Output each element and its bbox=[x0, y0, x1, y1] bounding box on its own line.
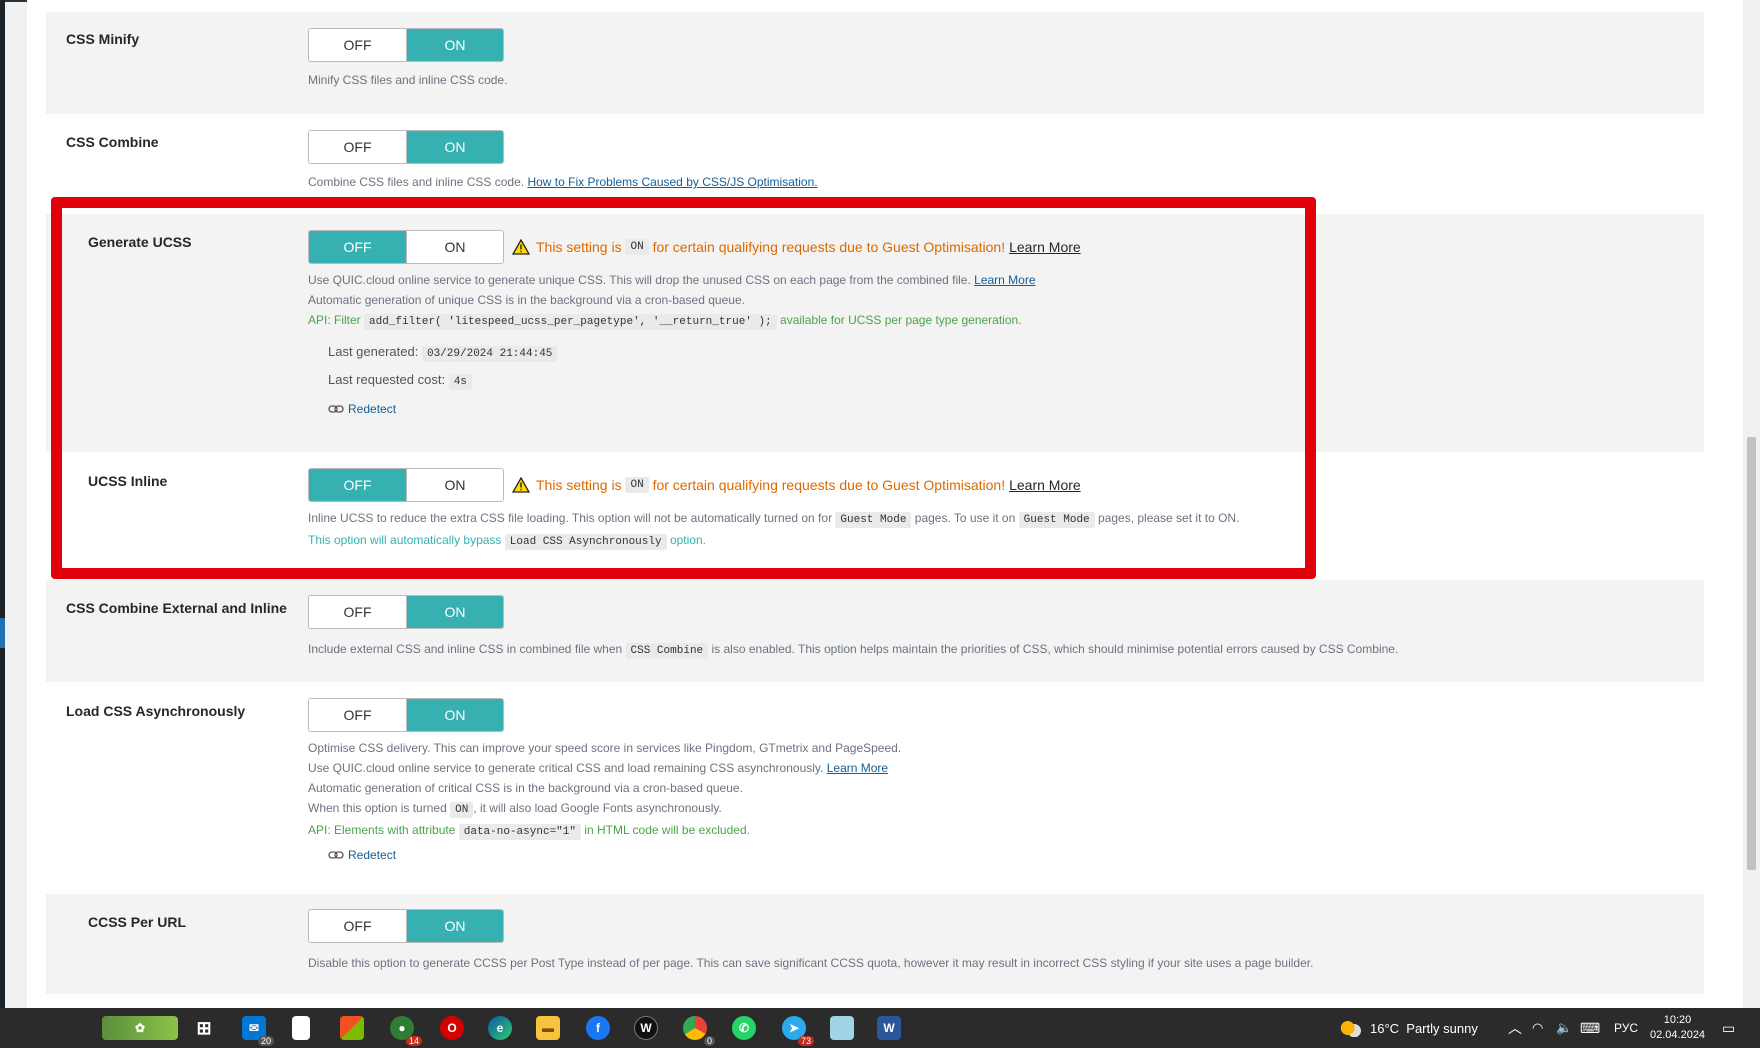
clock[interactable]: 10:20 02.04.2024 bbox=[1650, 1008, 1705, 1048]
toggle-off[interactable]: OFF bbox=[309, 596, 406, 628]
network-icon[interactable]: ◠ bbox=[1532, 1008, 1543, 1048]
setting-description: Include external CSS and inline CSS in c… bbox=[308, 642, 1399, 659]
red-highlight-box bbox=[51, 197, 1316, 579]
setting-description: Optimise CSS delivery. This can improve … bbox=[308, 741, 902, 755]
weather-widget[interactable]: 16°C Partly sunny bbox=[1340, 1008, 1478, 1048]
api-note: API: Elements with attribute data-no-asy… bbox=[308, 823, 750, 840]
toggle-on[interactable]: ON bbox=[406, 29, 503, 61]
link-icon bbox=[328, 851, 344, 859]
toggle-off[interactable]: OFF bbox=[309, 699, 406, 731]
toggle-on[interactable]: ON bbox=[406, 699, 503, 731]
toggle-on[interactable]: ON bbox=[406, 596, 503, 628]
setting-description: When this option is turned ON, it will a… bbox=[308, 801, 722, 818]
notification-icon[interactable]: ▭ bbox=[1722, 1008, 1735, 1048]
toggle-on[interactable]: ON bbox=[406, 910, 503, 942]
load-css-async-toggle[interactable]: OFF ON bbox=[308, 698, 504, 732]
page-scrollbar[interactable] bbox=[1743, 0, 1760, 1008]
css-minify-toggle[interactable]: OFF ON bbox=[308, 28, 504, 62]
setting-label: CSS Minify bbox=[66, 31, 140, 47]
toggle-on[interactable]: ON bbox=[406, 131, 503, 163]
redetect-button[interactable]: Redetect bbox=[328, 848, 396, 862]
facebook-icon[interactable]: f bbox=[586, 1016, 610, 1040]
setting-load-css-async: Load CSS Asynchronously OFF ON Optimise … bbox=[46, 682, 1704, 894]
store-icon[interactable] bbox=[340, 1016, 364, 1040]
toggle-off[interactable]: OFF bbox=[309, 29, 406, 61]
setting-label: CSS Combine bbox=[66, 134, 159, 150]
weather-icon bbox=[1340, 1019, 1362, 1037]
w-app-icon[interactable]: W bbox=[634, 1016, 658, 1040]
notes-app-icon[interactable] bbox=[830, 1016, 854, 1040]
setting-description: Use QUIC.cloud online service to generat… bbox=[308, 761, 889, 775]
setting-description: Combine CSS files and inline CSS code. H… bbox=[308, 175, 818, 189]
learn-more-link[interactable]: Learn More bbox=[827, 761, 888, 775]
folder-icon[interactable]: ▬ bbox=[536, 1016, 560, 1040]
toggle-off[interactable]: OFF bbox=[309, 910, 406, 942]
setting-css-minify: CSS Minify OFF ON Minify CSS files and i… bbox=[46, 12, 1704, 114]
setting-css-combine-external: CSS Combine External and Inline OFF ON I… bbox=[46, 580, 1704, 682]
sidebar-active-marker bbox=[0, 618, 5, 648]
chevron-up-icon[interactable]: ︿ bbox=[1508, 1008, 1522, 1048]
admin-sidebar-edge bbox=[0, 0, 5, 1008]
setting-description: Disable this option to generate CCSS per… bbox=[308, 956, 1314, 970]
css-combine-external-toggle[interactable]: OFF ON bbox=[308, 595, 504, 629]
telegram-icon[interactable]: ➤ 73 bbox=[782, 1016, 814, 1046]
toggle-off[interactable]: OFF bbox=[309, 131, 406, 163]
fix-problems-link[interactable]: How to Fix Problems Caused by CSS/JS Opt… bbox=[527, 175, 817, 189]
flowers-widget-icon[interactable]: ✿ bbox=[102, 1016, 178, 1040]
settings-content: CSS Minify OFF ON Minify CSS files and i… bbox=[27, 0, 1743, 1008]
scrollbar-thumb[interactable] bbox=[1747, 437, 1756, 870]
mail-icon[interactable]: ✉ 20 bbox=[242, 1016, 274, 1046]
task-view-icon[interactable]: ⊞ bbox=[192, 1016, 216, 1040]
keyboard-icon[interactable]: ⌨ bbox=[1580, 1008, 1600, 1048]
app-green-icon[interactable]: ● 14 bbox=[390, 1016, 422, 1046]
whatsapp-icon[interactable]: ✆ bbox=[732, 1016, 756, 1040]
setting-label: CCSS Per URL bbox=[88, 914, 187, 930]
word-icon[interactable]: W bbox=[877, 1016, 901, 1040]
edge-icon[interactable]: e bbox=[488, 1016, 512, 1040]
ccss-per-url-toggle[interactable]: OFF ON bbox=[308, 909, 504, 943]
setting-label: Load CSS Asynchronously bbox=[66, 703, 246, 719]
windows-taskbar: ✿ ⊞ ✉ 20 ● 14 O e ▬ f W 0 ✆ ➤ 73 W 16°C Par… bbox=[0, 1008, 1760, 1048]
setting-label: CSS Combine External and Inline bbox=[66, 600, 287, 616]
chrome-icon[interactable]: 0 bbox=[683, 1016, 715, 1046]
volume-icon[interactable]: 🔈 bbox=[1556, 1008, 1572, 1048]
opera-icon[interactable]: O bbox=[440, 1016, 464, 1040]
notepad-icon[interactable] bbox=[292, 1016, 310, 1040]
setting-description: Automatic generation of critical CSS is … bbox=[308, 781, 743, 795]
language-indicator[interactable]: РУС bbox=[1614, 1008, 1638, 1048]
setting-ccss-per-url: CCSS Per URL OFF ON Disable this option … bbox=[46, 894, 1704, 994]
css-combine-toggle[interactable]: OFF ON bbox=[308, 130, 504, 164]
setting-description: Minify CSS files and inline CSS code. bbox=[308, 73, 508, 87]
